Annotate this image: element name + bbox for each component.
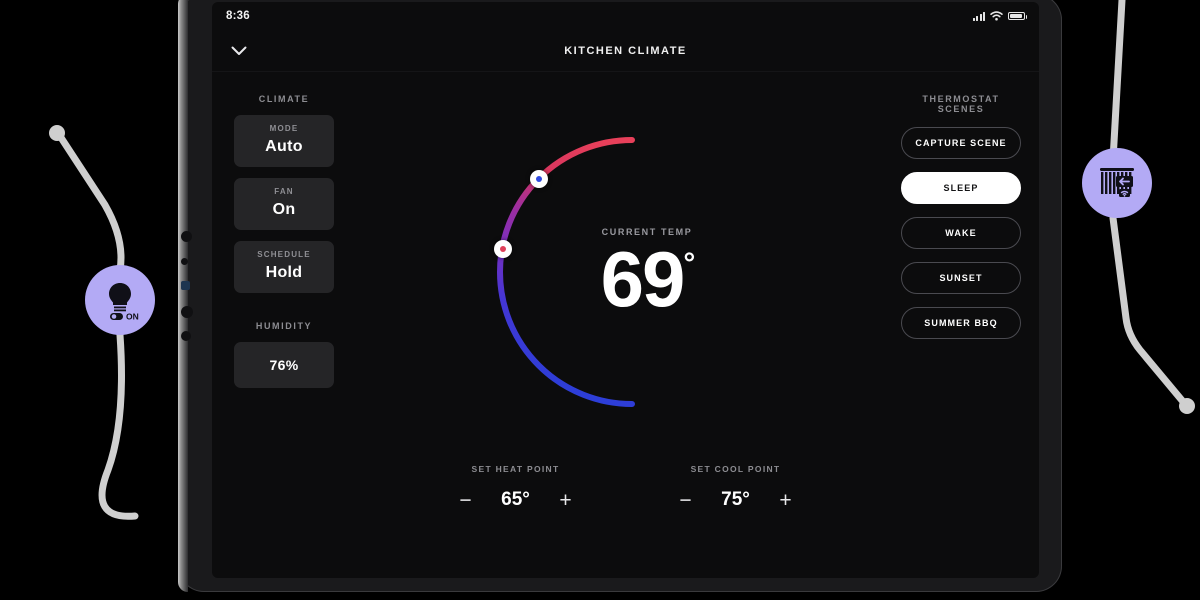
page-title: KITCHEN CLIMATE [564,44,687,57]
heat-setpoint-label: SET HEAT POINT [471,464,560,474]
cool-setpoint-control: SET COOL POINT − 75° + [656,464,816,511]
current-temp-value: 69 [600,235,686,323]
window-shades-icon [1100,168,1134,197]
climate-card-schedule[interactable]: SCHEDULE Hold [234,241,334,293]
current-temperature-readout: CURRENT TEMP 69 ° [547,227,747,323]
scene-sleep[interactable]: SLEEP [901,172,1021,204]
humidity-section-title: HUMIDITY [255,321,313,331]
tablet-side-port [181,281,190,290]
climate-card-mode-label: MODE [269,124,299,133]
app-header: KITCHEN CLIMATE [212,30,1039,72]
heat-decrease-button[interactable]: − [457,490,475,511]
shade-connector-line-upper [1109,0,1126,164]
heat-setpoint-stepper: − 65° + [436,489,596,511]
heat-setpoint-control: SET HEAT POINT − 65° + [436,464,596,511]
climate-card-fan-value: On [272,201,296,218]
chevron-down-icon[interactable] [228,40,250,62]
scene-wake[interactable]: WAKE [901,217,1021,249]
climate-section-title: CLIMATE [258,94,310,104]
battery-icon [1008,11,1027,21]
climate-card-mode[interactable]: MODE Auto [234,115,334,167]
cool-decrease-button[interactable]: − [677,490,695,511]
light-connector-line [54,129,125,274]
climate-card-fan[interactable]: FAN On [234,178,334,230]
shade-connector-line-lower [1109,214,1189,408]
scene-summer-bbq[interactable]: SUMMER BBQ [901,307,1021,339]
current-temp-value-wrap: 69 ° [547,235,747,323]
climate-card-schedule-value: Hold [265,264,303,281]
climate-card-mode-value: Auto [265,138,303,155]
scene-capture-scene[interactable]: CAPTURE SCENE [901,127,1021,159]
status-bar: 8:36 [212,2,1039,30]
heat-setpoint-handle[interactable] [494,240,512,258]
main-content: CLIMATE MODE Auto FAN On SCHEDULE Hold H… [212,72,1039,578]
humidity-card: 76% [234,342,334,388]
heat-handle-dot [500,246,506,252]
scene-sunset[interactable]: SUNSET [901,262,1021,294]
cellular-signal-icon [972,11,985,21]
climate-card-fan-label: FAN [274,187,294,196]
screenshot-stage: ON 8:36 KITCHEN CLIMATE CLIMATE MODE Aut… [0,0,1200,600]
device-badge-shades[interactable] [1082,148,1152,218]
status-clock: 8:36 [226,10,250,22]
tablet-side-button-3[interactable] [181,306,193,318]
setpoint-controls: SET HEAT POINT − 65° + SET COOL POINT − … [212,464,1039,511]
wifi-icon [990,11,1003,21]
humidity-value: 76% [269,357,299,373]
status-system-icons [972,11,1027,21]
light-state-text: ON [126,312,139,322]
cool-setpoint-handle[interactable] [530,170,548,188]
chevron-down-glyph [231,46,247,55]
climate-card-schedule-label: SCHEDULE [257,250,311,259]
cool-increase-button[interactable]: + [777,490,795,511]
heat-increase-button[interactable]: + [557,490,575,511]
light-line-endpoint [49,125,65,141]
current-temp-degree: ° [683,247,695,280]
lightbulb-icon: ON [109,283,139,322]
cool-setpoint-stepper: − 75° + [656,489,816,511]
tablet-device: 8:36 KITCHEN CLIMATE CLIMATE MODE Auto F… [178,0,1062,592]
shade-line-endpoint [1179,398,1195,414]
cool-setpoint-label: SET COOL POINT [690,464,781,474]
scenes-panel: THERMOSTAT SCENES CAPTURE SCENE SLEEP WA… [901,94,1021,339]
tablet-left-edge [178,0,188,592]
cool-handle-dot [536,176,542,182]
scenes-section-title: THERMOSTAT SCENES [922,94,1000,114]
tablet-screen: 8:36 KITCHEN CLIMATE CLIMATE MODE Auto F… [212,2,1039,578]
cool-setpoint-value: 75° [721,489,750,510]
climate-panel: CLIMATE MODE Auto FAN On SCHEDULE Hold H… [234,94,334,388]
tablet-side-button-4[interactable] [181,331,191,341]
heat-setpoint-value: 65° [501,489,530,510]
device-badge-light[interactable]: ON [85,265,155,335]
tablet-side-button-1[interactable] [181,231,192,242]
tablet-side-button-2[interactable] [181,258,188,265]
light-connector-line-lower [98,331,139,520]
